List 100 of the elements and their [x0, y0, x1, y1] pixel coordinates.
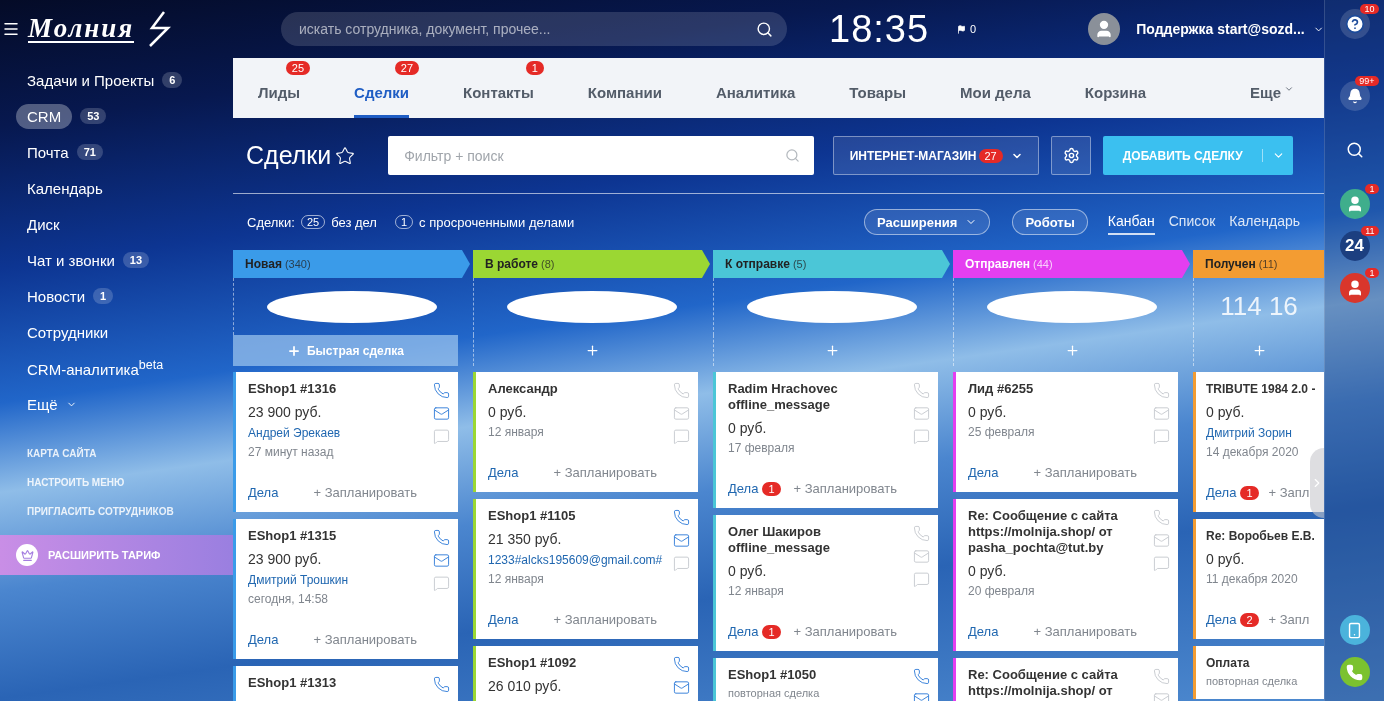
- nav-tab[interactable]: Контакты: [463, 78, 534, 118]
- deal-card[interactable]: EShop1 #1092 26 010 руб.: [473, 646, 698, 701]
- tasks-link[interactable]: Дела: [248, 485, 279, 500]
- contact-avatar[interactable]: [1339, 189, 1370, 219]
- nav-tab[interactable]: Сделки: [354, 78, 410, 118]
- add-icon[interactable]: [824, 343, 840, 358]
- alert-avatar[interactable]: [1339, 273, 1370, 303]
- sidebar-item[interactable]: Календарь: [27, 179, 103, 197]
- schedule-link[interactable]: + Запланировать: [1033, 465, 1147, 480]
- schedule-link[interactable]: + Запланировать: [553, 465, 667, 480]
- mail-icon[interactable]: [673, 679, 690, 696]
- contact-link[interactable]: Дмитрий Зорин: [1206, 426, 1316, 440]
- phone-icon[interactable]: [433, 676, 450, 693]
- deal-title[interactable]: EShop1 #1050: [728, 667, 907, 683]
- view-tab[interactable]: Канбан: [1107, 209, 1155, 235]
- phone-icon[interactable]: [433, 529, 450, 546]
- deal-card[interactable]: EShop1 #1316 23 900 руб. Андрей Эрекаев 27 минут назад Дела + Запланировать: [233, 372, 458, 512]
- add-icon[interactable]: [584, 343, 600, 358]
- nav-tab[interactable]: Товары: [849, 78, 907, 118]
- sidebar-item[interactable]: Чат и звонки: [27, 251, 115, 269]
- deal-title[interactable]: Олег Шакиров offline_message: [728, 524, 907, 556]
- deal-title[interactable]: Александр: [488, 381, 667, 397]
- schedule-link[interactable]: + Запл: [1268, 485, 1310, 500]
- sidebar-item[interactable]: Почта: [27, 143, 69, 161]
- tasks-link[interactable]: Дела: [1206, 612, 1237, 627]
- tasks-link[interactable]: Дела: [488, 465, 519, 480]
- deal-card[interactable]: EShop1 #1105 21 350 руб. 1233#alcks195609@gmail.com# 12 января Дела + Запланировать: [473, 499, 698, 639]
- sidebar-item[interactable]: CRM-аналитика$^{beta}$: [27, 358, 164, 378]
- mail-icon[interactable]: [433, 405, 450, 422]
- nav-tab[interactable]: Еще: [1250, 78, 1294, 118]
- sidebar-item[interactable]: Сотрудники: [27, 323, 109, 341]
- deal-card[interactable]: TRIBUTE 1984 2.0 - 0 руб. Дмитрий Зорин 14 декабря 2020 Дела 1 + Запл: [1193, 372, 1324, 512]
- robots-button[interactable]: Роботы: [1012, 209, 1088, 235]
- sidebar-item[interactable]: Новости: [27, 287, 86, 305]
- nav-tab[interactable]: Лиды: [258, 78, 301, 118]
- contact-link[interactable]: 1233#alcks195609@gmail.com#: [488, 553, 667, 567]
- schedule-link[interactable]: + Запланировать: [313, 485, 427, 500]
- deal-title[interactable]: EShop1 #1313: [248, 675, 427, 691]
- mail-icon[interactable]: [433, 552, 450, 569]
- filter-field[interactable]: Фильтр + поиск: [388, 136, 815, 175]
- view-tab[interactable]: Список: [1168, 209, 1216, 235]
- nav-tab[interactable]: Корзина: [1084, 78, 1147, 118]
- deal-card[interactable]: Radim Hrachovec offline_message 0 руб. 17 февраля Дела 1 + Запланировать: [713, 372, 938, 508]
- menu-icon[interactable]: [2, 20, 20, 38]
- next-arrow-button[interactable]: [1310, 448, 1324, 518]
- deal-card[interactable]: EShop1 #1315 23 900 руб. Дмитрий Трошкин сегодня, 14:58 Дела + Запланировать: [233, 519, 458, 659]
- contact-link[interactable]: Андрей Эрекаев: [248, 426, 427, 440]
- extensions-button[interactable]: Расширения: [864, 209, 991, 235]
- deal-card[interactable]: Re: Сообщение с сайта https://molnija.shop/ от pasha_pochta@tut.by 0 руб. 20 февраля Дела + Запланировать: [953, 499, 1178, 651]
- deal-title[interactable]: EShop1 #1316: [248, 381, 427, 397]
- deal-title[interactable]: Re: Воробьев Е.В.: [1206, 528, 1316, 544]
- mobile-app-button[interactable]: [1339, 615, 1370, 645]
- nav-tab[interactable]: Компании: [587, 78, 662, 118]
- phone-icon[interactable]: [913, 668, 930, 685]
- deal-title[interactable]: Лид #6255: [968, 381, 1147, 397]
- tasks-link[interactable]: Дела: [488, 612, 519, 627]
- category-button[interactable]: ИНТЕРНЕТ-МАГАЗИН 27: [833, 136, 1040, 175]
- sidebar-item[interactable]: Задачи и Проекты: [27, 71, 155, 89]
- schedule-link[interactable]: + Запланировать: [313, 632, 427, 647]
- deal-card[interactable]: Re: Воробьев Е.В. 0 руб. 11 декабря 2020 Дела 2 + Запл: [1193, 519, 1324, 639]
- deal-card[interactable]: Лид #6255 0 руб. 25 февраля Дела + Запланировать: [953, 372, 1178, 492]
- sidebar-item[interactable]: CRM: [16, 103, 73, 129]
- schedule-link[interactable]: + Запланировать: [793, 624, 907, 639]
- nav-tab[interactable]: Аналитика: [715, 78, 796, 118]
- settings-button[interactable]: [1051, 136, 1092, 175]
- call-button[interactable]: [1339, 657, 1370, 687]
- nav-tab[interactable]: Мои дела: [960, 78, 1031, 118]
- sidebar-item[interactable]: Ещё: [27, 395, 58, 413]
- deal-title[interactable]: Оплата: [1206, 655, 1316, 671]
- phone-icon[interactable]: [433, 382, 450, 399]
- contact-link[interactable]: Дмитрий Трошкин: [248, 573, 427, 587]
- schedule-link[interactable]: + Запланировать: [793, 481, 907, 496]
- deal-title[interactable]: Re: Сообщение с сайта https://molnija.shop/ от: [968, 667, 1147, 699]
- tasks-link[interactable]: Дела: [1206, 485, 1237, 500]
- deal-card[interactable]: Александр 0 руб. 12 января Дела + Запланировать: [473, 372, 698, 492]
- deal-card[interactable]: EShop1 #1313: [233, 666, 458, 701]
- user-name[interactable]: Поддержка start@sozd...: [1136, 21, 1305, 37]
- deal-card[interactable]: Олег Шакиров offline_message 0 руб. 12 января Дела 1 + Запланировать: [713, 515, 938, 651]
- mail-icon[interactable]: [673, 532, 690, 549]
- deal-title[interactable]: TRIBUTE 1984 2.0 -: [1206, 381, 1316, 397]
- flag-counter[interactable]: 0: [957, 23, 977, 35]
- user-avatar[interactable]: [1088, 13, 1121, 45]
- deal-title[interactable]: EShop1 #1315: [248, 528, 427, 544]
- schedule-link[interactable]: + Запланировать: [1033, 624, 1147, 639]
- deal-card[interactable]: EShop1 #1050 повторная сделка: [713, 658, 938, 701]
- tasks-link[interactable]: Дела: [968, 624, 999, 639]
- deal-title[interactable]: EShop1 #1105: [488, 508, 667, 524]
- deal-title[interactable]: Radim Hrachovec offline_message: [728, 381, 907, 413]
- deal-title[interactable]: Re: Сообщение с сайта https://molnija.shop/ от pasha_pochta@tut.by: [968, 508, 1147, 556]
- add-icon[interactable]: [1251, 343, 1267, 358]
- sidebar-item[interactable]: Диск: [27, 215, 60, 233]
- phone-icon[interactable]: [673, 656, 690, 673]
- deal-card[interactable]: Оплата повторная сделка: [1193, 646, 1324, 699]
- tasks-link[interactable]: Дела: [728, 481, 759, 496]
- search-icon[interactable]: [1345, 141, 1364, 159]
- add-icon[interactable]: [1064, 343, 1080, 358]
- tasks-link[interactable]: Дела: [728, 624, 759, 639]
- schedule-link[interactable]: + Запланировать: [553, 612, 667, 627]
- deal-card[interactable]: Re: Сообщение с сайта https://molnija.shop/ от: [953, 658, 1178, 701]
- phone-icon[interactable]: [673, 509, 690, 526]
